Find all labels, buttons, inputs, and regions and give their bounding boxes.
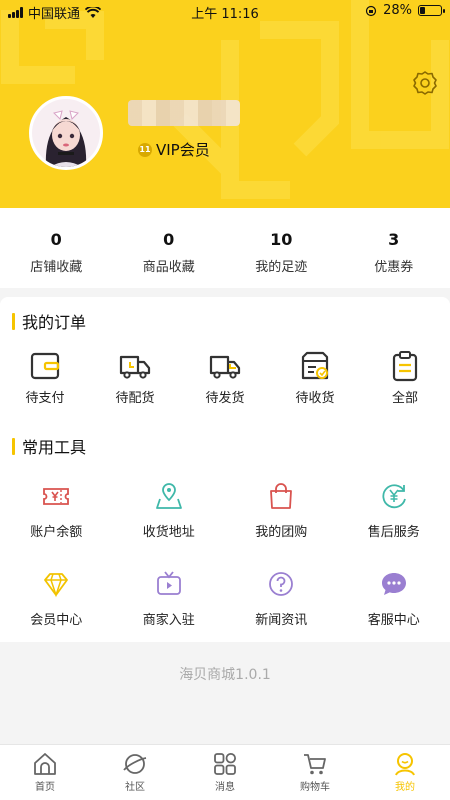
order-pending-allocation[interactable]: 待配货: [90, 349, 180, 406]
tab-label: 购物车: [300, 782, 330, 793]
tool-member-center[interactable]: 会员中心: [0, 569, 113, 628]
ticket-icon: [43, 488, 70, 505]
home-icon: [34, 753, 56, 775]
section-title: 常用工具: [12, 434, 86, 458]
order-label: 待发货: [205, 391, 245, 406]
stats-row: 0 店铺收藏 0 商品收藏 10 我的足迹 3 优惠券: [0, 208, 450, 288]
settings-gear-icon[interactable]: [412, 70, 438, 96]
avatar-illustration: [32, 99, 100, 167]
stat-value: 10: [270, 230, 293, 249]
tool-label: 我的团购: [255, 525, 308, 540]
section-title: 我的订单: [12, 309, 86, 333]
stat-label: 商品收藏: [142, 260, 195, 275]
tool-label: 会员中心: [30, 613, 83, 628]
diamond-icon: [44, 573, 69, 598]
orientation-lock-icon: [365, 5, 377, 16]
orders-title: 我的订单: [22, 313, 87, 332]
common-tools-section: 常用工具 账户余额 收货地址 我的团购 售后服务 会员中心 商家入驻 新闻资讯 …: [0, 421, 450, 642]
user-icon: [395, 753, 415, 776]
vip-level-icon: 11: [138, 142, 152, 157]
tool-label: 账户余额: [30, 525, 83, 540]
tab-label: 消息: [215, 782, 235, 793]
package-icon: [301, 351, 329, 380]
tv-icon: [156, 571, 181, 595]
tab-home[interactable]: 首页: [0, 745, 90, 800]
shopping-bag-icon: [270, 483, 293, 509]
battery-icon: [418, 5, 445, 16]
truck-icon: [119, 355, 151, 379]
tool-label: 收货地址: [142, 525, 195, 540]
tab-label: 我的: [395, 782, 415, 793]
tool-label: 售后服务: [367, 525, 420, 540]
order-label: 待支付: [25, 391, 65, 406]
stat-coupons[interactable]: 3 优惠券: [338, 208, 450, 288]
order-pending-receipt[interactable]: 待收货: [270, 349, 360, 406]
stat-shop-favorites[interactable]: 0 店铺收藏: [0, 208, 113, 288]
stat-value: 0: [163, 230, 175, 249]
stat-value: 0: [50, 230, 62, 249]
title-accent-bar: [12, 437, 15, 455]
avatar[interactable]: [29, 96, 103, 170]
tool-label: 客服中心: [367, 613, 420, 628]
delivery-truck-icon: [209, 355, 241, 379]
question-icon: [269, 572, 294, 596]
tool-after-sales[interactable]: 售后服务: [338, 481, 450, 540]
battery-percent: 28%: [383, 3, 412, 18]
stat-footprints[interactable]: 10 我的足迹: [225, 208, 338, 288]
title-accent-bar: [12, 312, 15, 330]
yen-refresh-icon: [382, 484, 406, 509]
order-label: 全部: [391, 391, 418, 406]
tool-label: 商家入驻: [142, 613, 195, 628]
tab-mine[interactable]: 我的: [360, 745, 450, 800]
my-orders-section: 我的订单 待支付 待配货 待发货 待收货 全部: [0, 297, 450, 421]
order-pending-payment[interactable]: 待支付: [0, 349, 90, 406]
tool-merchant-join[interactable]: 商家入驻: [113, 569, 226, 628]
tool-account-balance[interactable]: 账户余额: [0, 481, 113, 540]
tab-community[interactable]: 社区: [90, 745, 180, 800]
stat-value: 3: [388, 230, 400, 249]
stat-product-favorites[interactable]: 0 商品收藏: [113, 208, 226, 288]
tool-label: 新闻资讯: [255, 613, 308, 628]
vip-label: VIP会员: [156, 141, 210, 159]
tool-group-buy[interactable]: 我的团购: [225, 481, 338, 540]
app-version: 海贝商城1.0.1: [179, 667, 271, 683]
wallet-icon: [30, 352, 60, 380]
order-pending-shipment[interactable]: 待发货: [180, 349, 270, 406]
stat-label: 店铺收藏: [30, 260, 83, 275]
clipboard-icon: [392, 351, 418, 382]
order-all[interactable]: 全部: [360, 349, 450, 406]
profile-header: 中国联通 上午 11:16 28% 11 VIP会员: [0, 0, 450, 208]
status-bar: 中国联通 上午 11:16 28%: [0, 0, 450, 24]
tool-customer-service[interactable]: 客服中心: [338, 569, 450, 628]
tab-cart[interactable]: 购物车: [270, 745, 360, 800]
stat-label: 优惠券: [374, 260, 414, 275]
tool-news[interactable]: 新闻资讯: [225, 569, 338, 628]
map-pin-icon: [155, 483, 182, 509]
tab-messages[interactable]: 消息: [180, 745, 270, 800]
tool-shipping-address[interactable]: 收货地址: [113, 481, 226, 540]
planet-icon: [123, 754, 147, 774]
username-blurred: [128, 100, 240, 126]
tab-label: 首页: [35, 782, 55, 793]
tools-title: 常用工具: [22, 438, 87, 457]
tab-label: 社区: [125, 782, 145, 793]
grid-icon: [214, 752, 236, 775]
chat-bubble-icon: [381, 573, 406, 595]
order-label: 待收货: [295, 391, 335, 406]
stat-label: 我的足迹: [255, 260, 308, 275]
vip-member-badge[interactable]: 11 VIP会员: [138, 139, 210, 160]
cart-icon: [304, 754, 326, 775]
order-label: 待配货: [115, 391, 155, 406]
bottom-tab-bar: 首页 社区 消息 购物车 我的: [0, 744, 450, 800]
